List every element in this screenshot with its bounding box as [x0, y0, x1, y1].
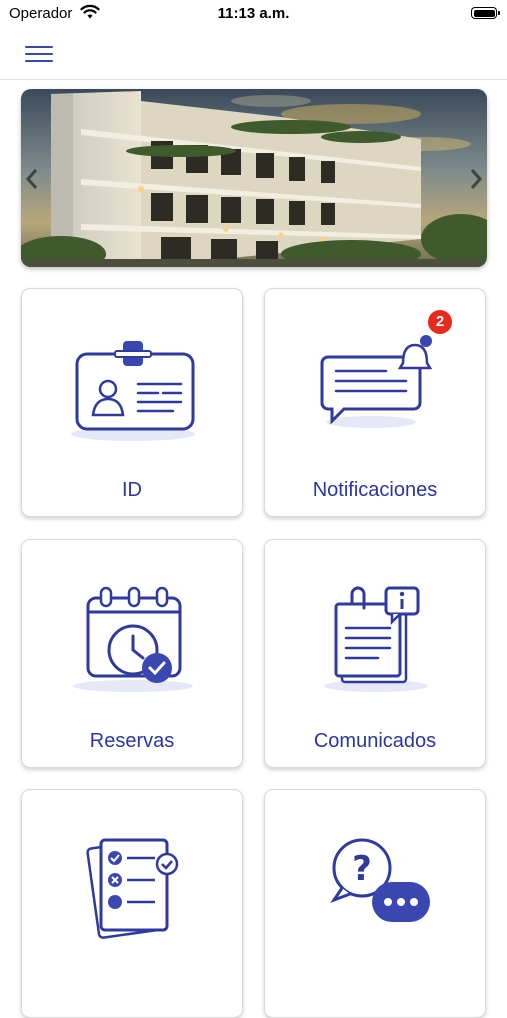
chevron-left-icon[interactable] [23, 167, 41, 191]
checklist-icon [86, 838, 179, 939]
building-exterior-photo [21, 89, 487, 267]
hamburger-menu-icon[interactable] [25, 44, 53, 64]
tile-reservas[interactable]: Reservas [21, 539, 243, 768]
tile-comunicados[interactable]: Comunicados [264, 539, 486, 768]
tile-id[interactable]: ID [21, 288, 243, 517]
help-chat-icon: ? [330, 838, 430, 922]
tile-notificaciones[interactable]: 2 Notificaciones [264, 288, 486, 517]
status-time: 11:13 a.m. [217, 5, 290, 22]
status-bar: Operador 11:13 a.m. [0, 0, 507, 28]
calendar-clock-check-icon [73, 586, 193, 692]
tile-label-id: ID [122, 479, 142, 501]
chevron-right-icon[interactable] [467, 167, 485, 191]
tile-label-comunicados: Comunicados [313, 730, 437, 752]
svg-text:?: ? [352, 849, 372, 889]
banner-carousel[interactable] [21, 89, 487, 267]
id-card-icon [71, 341, 195, 441]
tile-label-notificaciones: Notificaciones [312, 479, 438, 501]
tile-label-reservas: Reservas [89, 730, 175, 752]
tile-help[interactable]: ? [264, 789, 486, 1018]
clipboard-info-icon [324, 586, 428, 692]
top-navbar [0, 28, 507, 80]
battery-icon [471, 7, 500, 19]
tile-checklist[interactable] [21, 789, 243, 1018]
notification-chat-bell-icon [320, 335, 433, 428]
